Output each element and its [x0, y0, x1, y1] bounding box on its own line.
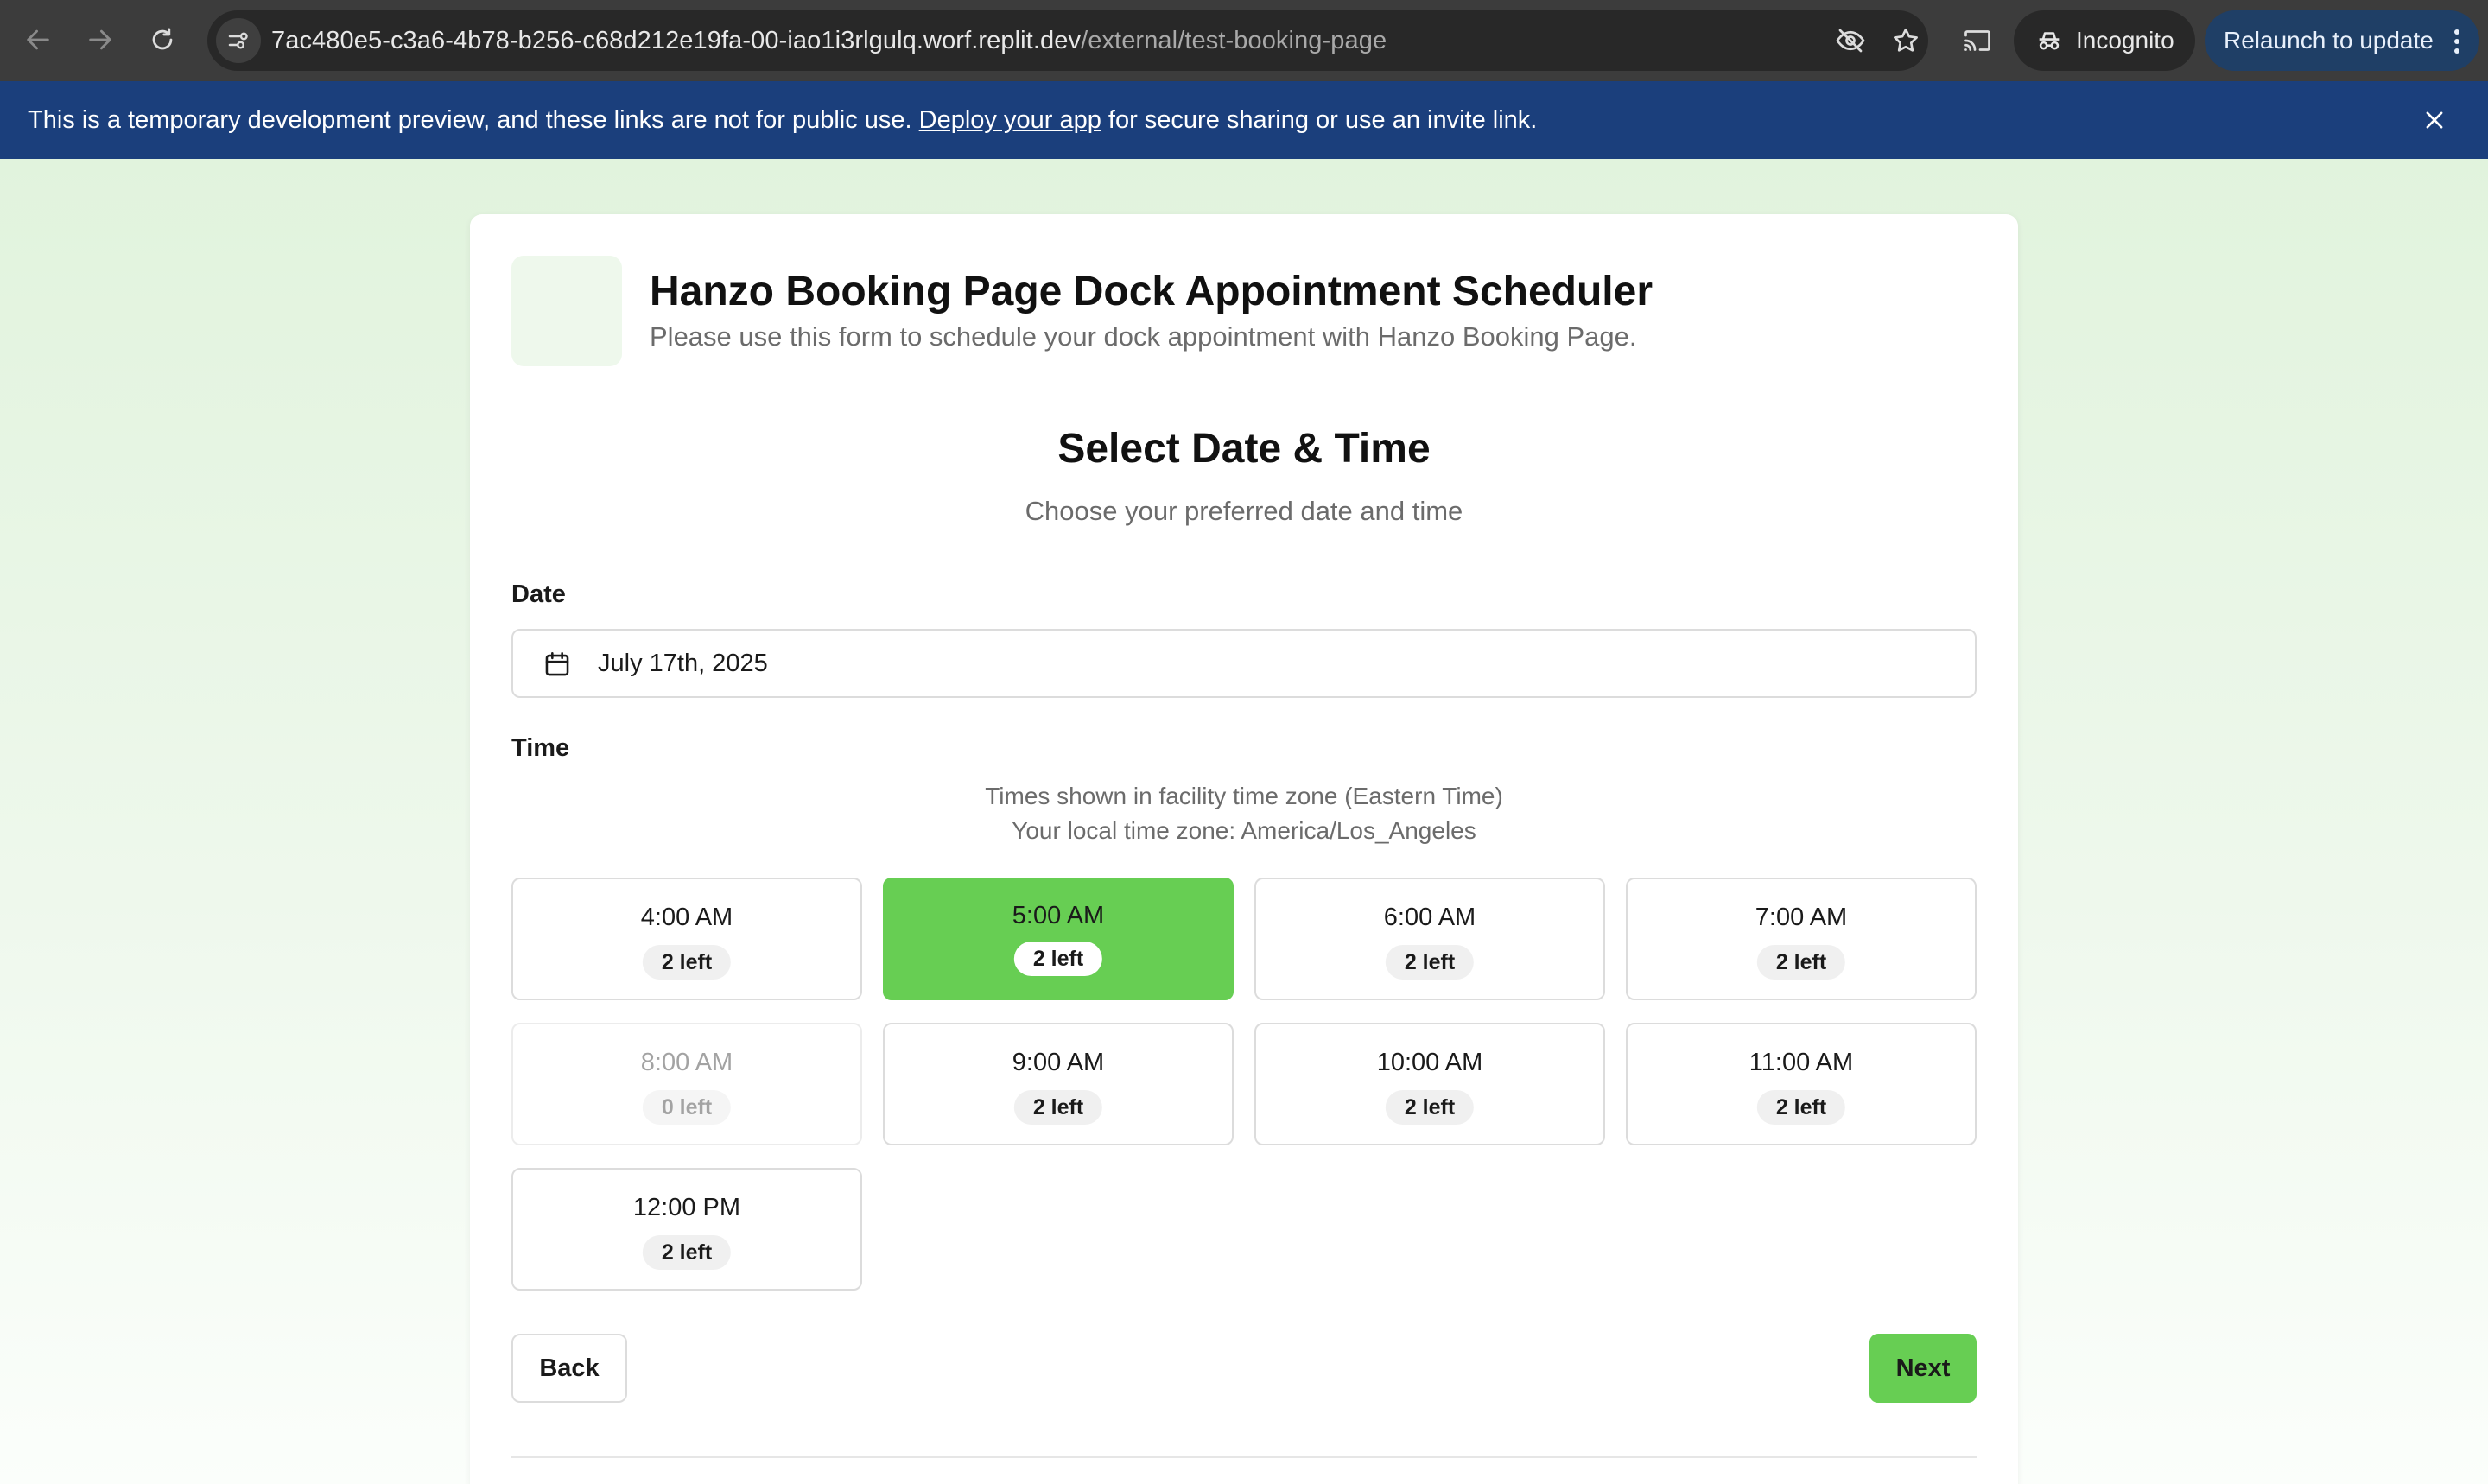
slot-availability-badge: 0 left — [642, 1090, 732, 1125]
time-slot[interactable]: 11:00 AM 2 left — [1626, 1023, 1977, 1145]
address-bar[interactable]: 7ac480e5-c3a6-4b78-b256-c68d212e19fa-00-… — [207, 10, 1928, 71]
slot-time: 11:00 AM — [1749, 1049, 1854, 1076]
incognito-label: Incognito — [2076, 27, 2174, 54]
slot-availability-badge: 2 left — [1013, 1090, 1103, 1125]
more-vert-icon[interactable] — [2453, 29, 2460, 54]
deploy-app-link[interactable]: Deploy your app — [919, 106, 1101, 134]
forward-arrow-icon[interactable] — [76, 16, 124, 64]
browser-toolbar: 7ac480e5-c3a6-4b78-b256-c68d212e19fa-00-… — [0, 0, 2488, 81]
url-text: 7ac480e5-c3a6-4b78-b256-c68d212e19fa-00-… — [271, 10, 1387, 71]
slot-availability-badge: 2 left — [642, 1235, 732, 1270]
slot-time: 7:00 AM — [1755, 904, 1848, 931]
calendar-icon — [545, 651, 569, 676]
slot-availability-badge: 2 left — [1013, 942, 1103, 976]
step-title: Select Date & Time — [1057, 426, 1431, 472]
slot-time: 8:00 AM — [640, 1049, 733, 1076]
url-host: 7ac480e5-c3a6-4b78-b256-c68d212e19fa-00-… — [271, 27, 1082, 54]
incognito-chip[interactable]: Incognito — [2014, 10, 2195, 71]
incognito-icon — [2039, 32, 2060, 50]
eye-off-icon[interactable] — [1833, 23, 1868, 58]
time-slot[interactable]: 7:00 AM 2 left — [1626, 878, 1977, 1000]
date-value: July 17th, 2025 — [598, 650, 768, 677]
next-button[interactable]: Next — [1869, 1334, 1977, 1403]
cast-icon[interactable] — [1954, 17, 2001, 64]
star-icon[interactable] — [1888, 23, 1923, 58]
slot-time: 9:00 AM — [1012, 1049, 1105, 1076]
page-subtitle: Please use this form to schedule your do… — [650, 321, 1637, 352]
time-slot[interactable]: 12:00 PM 2 left — [511, 1168, 862, 1291]
footer-divider — [511, 1456, 1977, 1458]
slot-availability-badge: 2 left — [1756, 1090, 1846, 1125]
time-label: Time — [511, 734, 570, 762]
slot-time: 10:00 AM — [1376, 1049, 1483, 1076]
time-slot: 8:00 AM 0 left — [511, 1023, 862, 1145]
dev-preview-banner: This is a temporary development preview,… — [0, 81, 2488, 159]
slot-availability-badge: 2 left — [642, 945, 732, 980]
page-title: Hanzo Booking Page Dock Appointment Sche… — [650, 269, 1653, 314]
step-subtitle: Choose your preferred date and time — [1025, 496, 1463, 526]
slot-availability-badge: 2 left — [1385, 945, 1475, 980]
slot-time: 5:00 AM — [1012, 902, 1105, 929]
slot-availability-badge: 2 left — [1756, 945, 1846, 980]
company-logo — [511, 256, 622, 366]
site-info-icon[interactable] — [216, 18, 261, 63]
banner-text-before: This is a temporary development preview,… — [28, 106, 919, 134]
back-button[interactable]: Back — [511, 1334, 627, 1403]
relaunch-label: Relaunch to update — [2224, 27, 2434, 54]
date-label: Date — [511, 580, 566, 608]
banner-text: This is a temporary development preview,… — [28, 81, 1537, 159]
booking-card: Hanzo Booking Page Dock Appointment Sche… — [470, 214, 2018, 1484]
time-slot[interactable]: 5:00 AM 2 left — [883, 878, 1234, 1000]
slot-time: 4:00 AM — [640, 904, 733, 931]
time-slot[interactable]: 6:00 AM 2 left — [1254, 878, 1605, 1000]
back-arrow-icon[interactable] — [14, 16, 62, 64]
date-picker[interactable]: July 17th, 2025 — [511, 629, 1977, 698]
time-slot[interactable]: 9:00 AM 2 left — [883, 1023, 1234, 1145]
time-slot[interactable]: 10:00 AM 2 left — [1254, 1023, 1605, 1145]
reload-icon[interactable] — [138, 16, 187, 64]
banner-text-after: for secure sharing or use an invite link… — [1101, 106, 1538, 134]
time-slot[interactable]: 4:00 AM 2 left — [511, 878, 862, 1000]
relaunch-button[interactable]: Relaunch to update — [2205, 10, 2479, 71]
close-icon[interactable] — [2419, 105, 2450, 136]
url-path: /external/test-booking-page — [1081, 27, 1387, 54]
slot-time: 6:00 AM — [1383, 904, 1476, 931]
local-timezone-note: Your local time zone: America/Los_Angele… — [1012, 817, 1476, 844]
slot-time: 12:00 PM — [632, 1194, 741, 1221]
slot-availability-badge: 2 left — [1385, 1090, 1475, 1125]
facility-timezone-note: Times shown in facility time zone (Easte… — [985, 783, 1503, 809]
